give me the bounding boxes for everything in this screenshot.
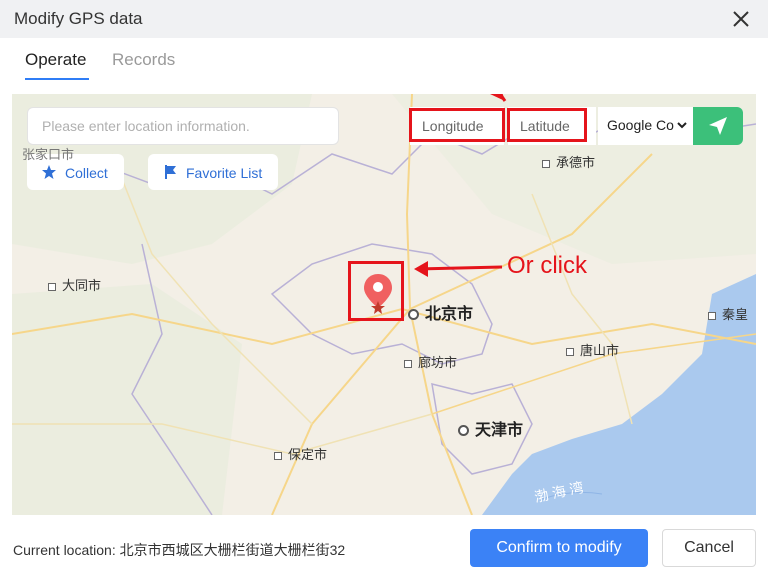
location-pin-icon[interactable] — [362, 272, 394, 316]
confirm-modify-button[interactable]: Confirm to modify — [470, 529, 648, 567]
city-tianjin-label: 天津市 — [475, 422, 524, 439]
flag-icon — [165, 165, 176, 179]
city-langfang-label: 廊坊市 — [418, 355, 458, 370]
map-provider-select[interactable]: Google Co — [598, 107, 694, 145]
current-location-label: Current location: — [13, 542, 120, 558]
city-dot — [708, 311, 716, 320]
city-qinhuang: 秦皇 — [708, 304, 748, 323]
city-chengde-label: 承德市 — [556, 155, 596, 170]
map-provider-value: Google Co — [607, 117, 674, 133]
collect-label: Collect — [65, 165, 108, 181]
city-tianjin: 天津市 — [458, 416, 523, 440]
send-button[interactable] — [693, 107, 743, 145]
close-icon[interactable] — [730, 8, 752, 30]
city-chengde: 承德市 — [542, 152, 595, 171]
city-tangshan-label: 唐山市 — [580, 343, 620, 358]
city-dot — [458, 425, 469, 437]
current-location: Current location: 北京市西城区大栅栏街道大栅栏街32 — [13, 540, 345, 560]
city-beijing: 北京市 — [408, 300, 473, 324]
city-baoding: 保定市 — [274, 444, 327, 463]
city-zhangjiakou: 张家口市 — [22, 144, 74, 163]
or-click-annotation: Or click — [507, 252, 587, 279]
city-dot — [48, 282, 56, 291]
active-tab-indicator — [25, 78, 89, 80]
city-zhangjiakou-label: 张家口市 — [22, 147, 75, 162]
title-bar: Modify GPS data — [0, 0, 768, 38]
city-qinhuang-label: 秦皇 — [722, 307, 749, 322]
map[interactable]: Google Co Collect Favorite List Or — [12, 94, 756, 515]
send-icon — [709, 117, 727, 135]
city-tangshan: 唐山市 — [566, 340, 619, 359]
city-dot — [566, 347, 574, 356]
city-dot — [274, 451, 282, 460]
city-datong: 大同市 — [48, 275, 101, 294]
favorite-list-button[interactable]: Favorite List — [148, 154, 278, 190]
city-dot — [404, 359, 412, 368]
favorite-list-label: Favorite List — [186, 165, 263, 181]
tab-operate[interactable]: Operate — [25, 50, 86, 70]
star-icon — [42, 165, 56, 179]
tab-bar: Operate Records — [0, 38, 768, 94]
city-dot — [542, 159, 550, 168]
city-langfang: 廊坊市 — [404, 352, 457, 371]
city-datong-label: 大同市 — [62, 278, 102, 293]
city-beijing-label: 北京市 — [425, 306, 474, 323]
dialog-title: Modify GPS data — [14, 9, 143, 28]
city-baoding-label: 保定市 — [288, 447, 328, 462]
cancel-button[interactable]: Cancel — [662, 529, 756, 567]
city-dot — [408, 309, 419, 321]
chevron-down-icon — [677, 122, 687, 129]
current-location-value: 北京市西城区大栅栏街道大栅栏街32 — [119, 542, 346, 558]
location-search-input[interactable] — [27, 107, 339, 145]
tab-records[interactable]: Records — [112, 50, 175, 70]
